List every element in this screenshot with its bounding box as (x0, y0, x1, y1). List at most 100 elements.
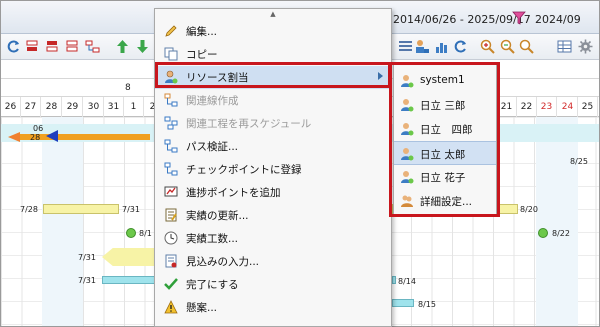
summary-task-bar[interactable] (102, 248, 162, 266)
menu-item-actual-hours[interactable]: 実績工数... (155, 227, 391, 250)
move-down-icon[interactable] (135, 39, 150, 54)
gantt-label: 7/31 (122, 205, 140, 214)
submenu-item-hitachi-saburo[interactable]: 日立 三郎 (394, 93, 496, 117)
menu-item-checkpoint[interactable]: チェックポイントに登録 (155, 158, 391, 181)
resource-submenu: system1 日立 三郎 日立 四郎 日立 太郎 日立 花子 詳細設定... (393, 64, 497, 216)
menu-item-reschedule[interactable]: 関連工程を再スケジュール (155, 112, 391, 135)
refresh-icon[interactable] (6, 39, 21, 54)
gantt-label: 06 (33, 124, 44, 133)
menu-item-label: 実績工数... (186, 233, 239, 245)
day-cell: 25 (578, 97, 598, 117)
menu-item-complete[interactable]: 完了にする (155, 273, 391, 296)
gantt-red-icon-3[interactable] (65, 39, 80, 54)
reschedule-icon (164, 116, 178, 130)
day-cell: 22 (517, 97, 537, 117)
day-cell: 21 (497, 97, 517, 117)
zoom-in-icon[interactable] (480, 39, 495, 54)
submenu-item-label: 詳細設定... (420, 196, 473, 208)
link-create-icon (164, 93, 178, 107)
day-cell: 23 (537, 97, 557, 117)
user-icon (401, 75, 414, 88)
gantt-label: 7/31 (78, 253, 96, 262)
menu-item-label: 実績の更新... (186, 210, 249, 222)
menu-item-copy[interactable]: コピー (155, 43, 391, 66)
table-icon[interactable] (557, 39, 572, 54)
task-bar-actual[interactable] (392, 276, 396, 284)
pencil-icon (165, 25, 177, 37)
submenu-item-hitachi-taro[interactable]: 日立 太郎 (394, 141, 496, 165)
menu-item-issue[interactable]: 懸案... (155, 296, 391, 319)
gantt-link-icon[interactable] (85, 39, 100, 54)
menu-item-create-link[interactable]: 関連線作成 (155, 89, 391, 112)
submenu-item-label: system1 (420, 74, 465, 86)
users-settings-icon (401, 195, 413, 207)
gantt-label: 8/20 (520, 205, 538, 214)
date-range-left: 2014/06/26 - 2025/09/17 (393, 13, 531, 26)
settings-gear-icon[interactable] (578, 39, 593, 54)
day-cell: 27 (21, 97, 41, 117)
submenu-item-hitachi-hanako[interactable]: 日立 花子 (394, 165, 496, 189)
user-assign-icon (165, 70, 178, 84)
gantt-label: 28 (30, 133, 41, 142)
submenu-item-label: 日立 太郎 (420, 149, 466, 161)
filter-icon[interactable] (512, 11, 526, 25)
forecast-icon (165, 254, 177, 268)
menu-item-label: チェックポイントに登録 (186, 164, 302, 176)
menu-item-edit[interactable]: 編集... (155, 20, 391, 43)
menu-item-label: リソース割当 (186, 72, 249, 84)
submenu-item-label: 日立 四郎 (420, 124, 473, 136)
gantt-red-icon-2[interactable] (45, 39, 60, 54)
user-icon (401, 123, 414, 136)
menu-item-progress-point[interactable]: 進捗ポイントを追加 (155, 181, 391, 204)
menu-scroll-up-icon[interactable]: ▲ (155, 9, 391, 19)
menu-item-label: コピー (186, 49, 218, 61)
menu-item-path-check[interactable]: パス検証... (155, 135, 391, 158)
gantt-label: 8/1 (139, 229, 152, 238)
chart-icon[interactable] (434, 39, 449, 54)
day-cell: 28 (42, 97, 62, 117)
gantt-label: 8/25 (570, 157, 588, 166)
day-cell: 1 (124, 97, 144, 117)
submenu-item-system1[interactable]: system1 (394, 69, 496, 93)
task-bar-actual[interactable] (392, 299, 414, 307)
task-bar[interactable] (43, 204, 119, 214)
menu-item-resource-assign[interactable]: リソース割当 (155, 66, 391, 89)
menu-item-label: 編集... (186, 26, 218, 38)
clock-icon (164, 231, 178, 245)
submenu-item-hitachi-shiro[interactable]: 日立 四郎 (394, 117, 496, 141)
context-menu: ▲ 編集... コピー リソース割当 関連線作成 関連工程を再スケジュール パス… (154, 8, 392, 327)
user-icon (401, 99, 414, 112)
menu-item-label: パス検証... (186, 141, 239, 153)
submenu-arrow-icon (378, 72, 383, 80)
day-cell: 30 (84, 97, 104, 117)
checkpoint-icon (164, 162, 178, 176)
zoom-fit-icon[interactable] (519, 39, 534, 54)
month-label: 8 (125, 83, 131, 93)
user-icon (401, 171, 414, 184)
list-icon[interactable] (398, 39, 413, 54)
day-cell: 29 (63, 97, 83, 117)
gantt-red-icon-1[interactable] (25, 39, 40, 54)
update-actual-icon (165, 208, 177, 222)
weekend-column (536, 117, 578, 326)
gantt-label: 8/14 (398, 277, 416, 286)
day-cell: 31 (104, 97, 124, 117)
menu-item-label: 関連線作成 (186, 95, 239, 107)
menu-item-label: 懸案... (186, 302, 218, 314)
submenu-item-detail-settings[interactable]: 詳細設定... (394, 189, 496, 213)
menu-item-update-actual[interactable]: 実績の更新... (155, 204, 391, 227)
zoom-out-icon[interactable] (500, 39, 515, 54)
progress-point[interactable] (538, 228, 548, 238)
task-bar-actual[interactable] (102, 276, 162, 284)
progress-point[interactable] (126, 228, 136, 238)
user-icon (401, 148, 414, 161)
reload-icon[interactable] (453, 39, 468, 54)
move-up-icon[interactable] (115, 39, 130, 54)
resource-view-icon[interactable] (415, 39, 430, 54)
menu-item-forecast[interactable]: 見込みの入力... (155, 250, 391, 273)
gantt-label: 8/22 (552, 229, 570, 238)
menu-item-label: 完了にする (186, 279, 239, 291)
weekend-column (42, 117, 83, 326)
submenu-item-label: 日立 花子 (420, 172, 466, 184)
path-check-icon (164, 139, 178, 153)
